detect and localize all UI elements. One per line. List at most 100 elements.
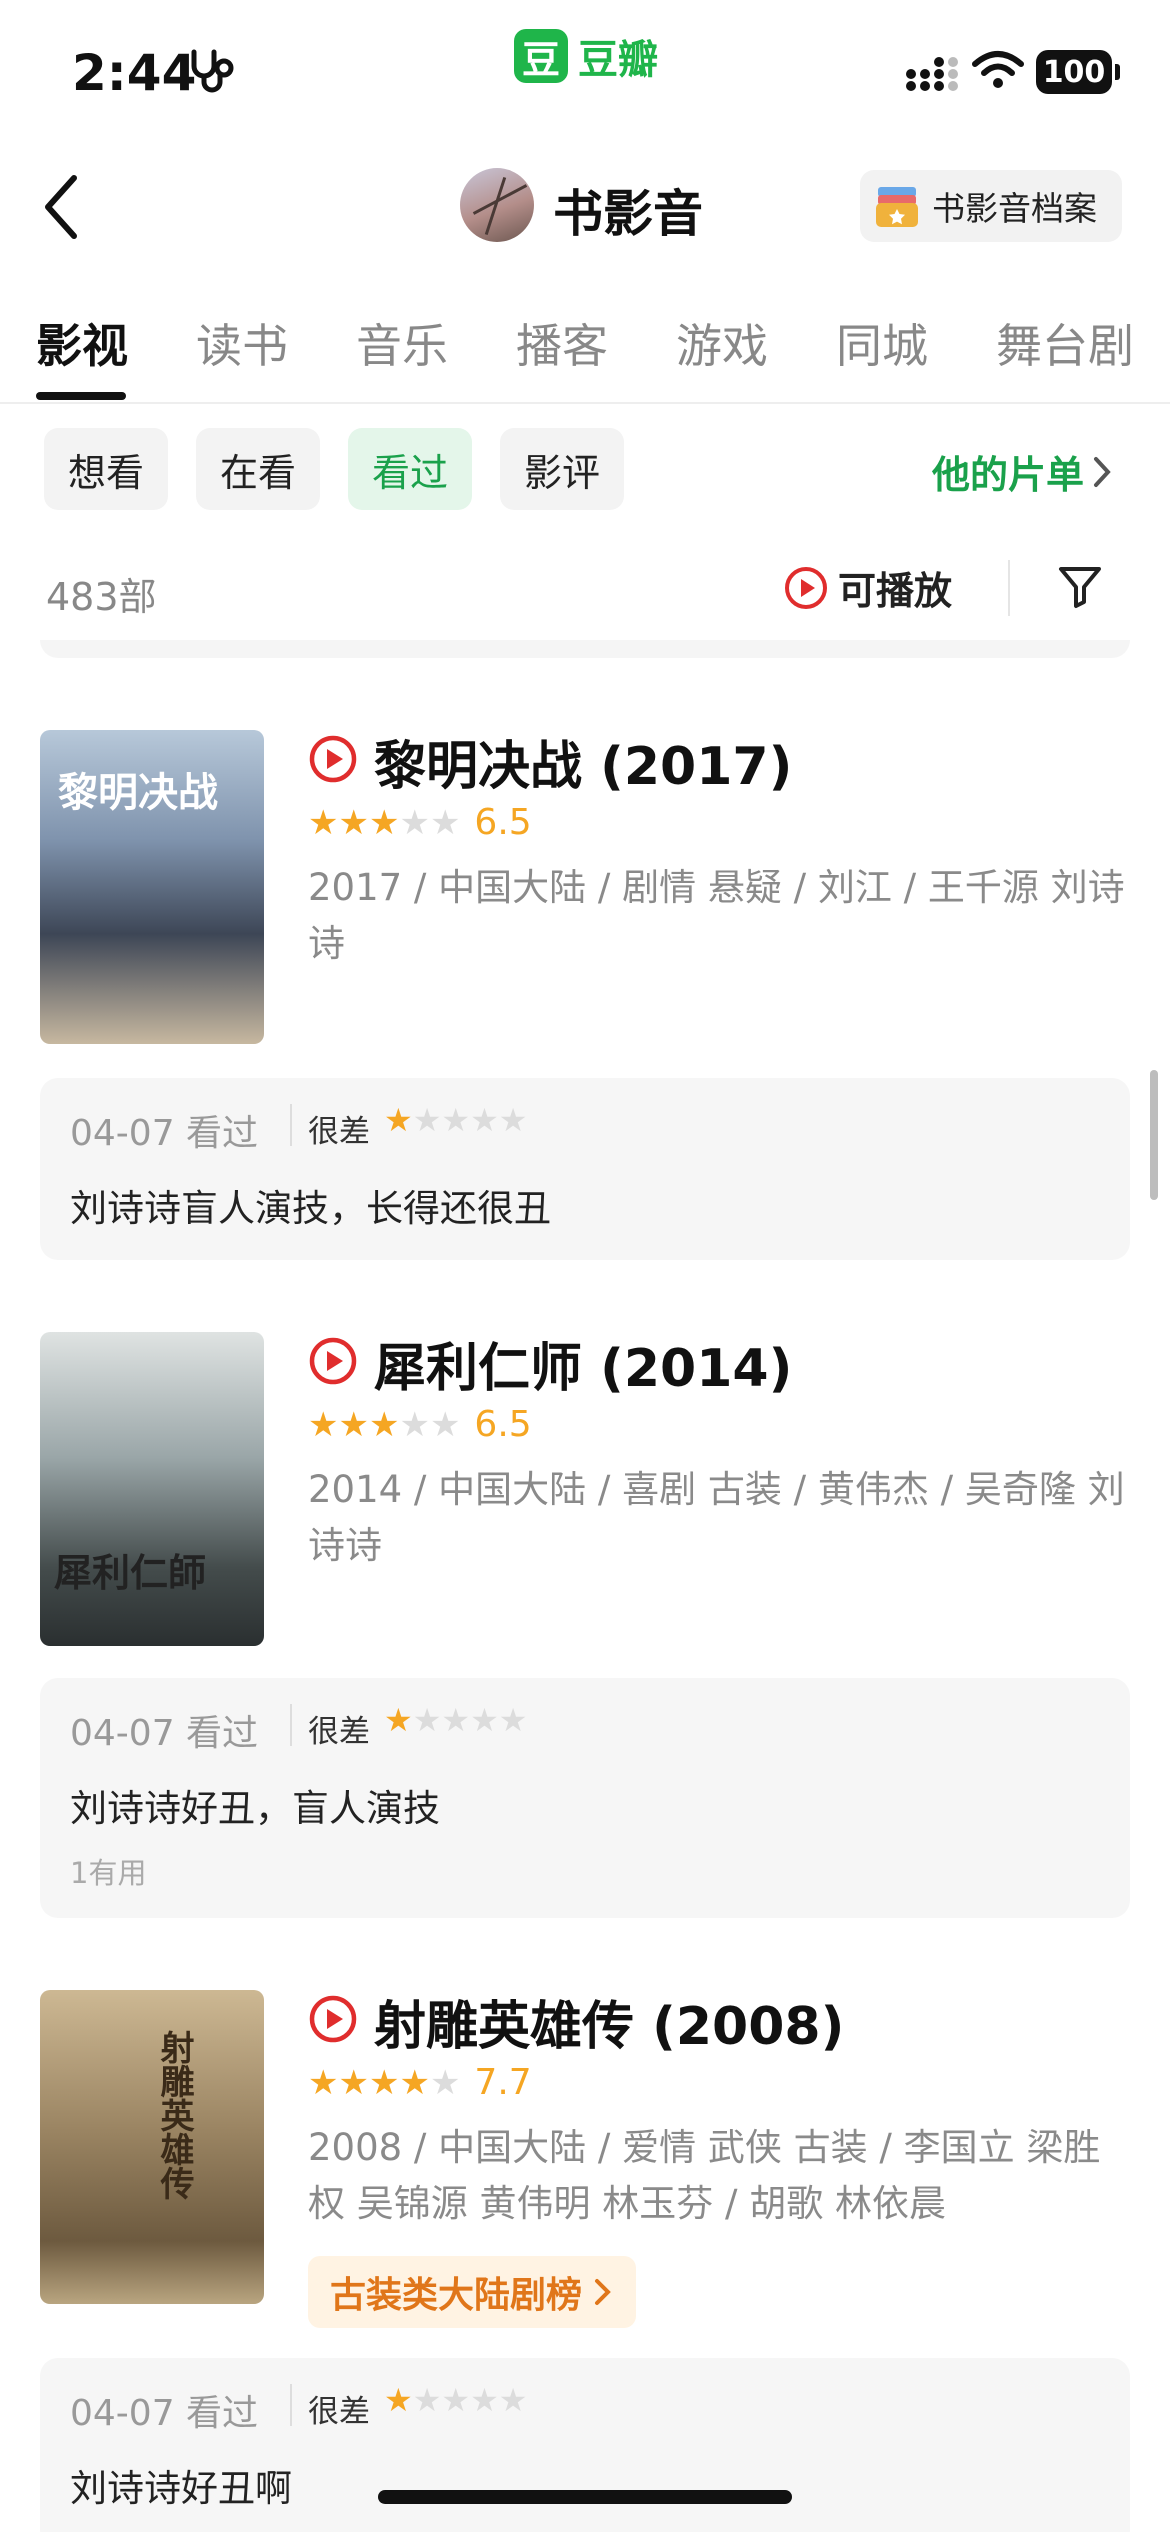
review-card[interactable]: 04-07 看过 很差 ★ ★ ★ ★ ★ 刘诗诗好丑，盲人演技 1有用 xyxy=(40,1678,1130,1918)
chip-want-to-watch[interactable]: 想看 xyxy=(44,428,169,510)
others-list-label: 他的片单 xyxy=(932,453,1085,497)
divider xyxy=(1008,560,1010,616)
movie-poster[interactable]: 犀利仁師 xyxy=(40,1332,264,1646)
star-icon: ★ xyxy=(308,2062,339,2103)
poster-title-art: 犀利仁師 xyxy=(54,1550,207,1595)
star-icon: ★ xyxy=(399,1404,430,1445)
tab-movies[interactable]: 影视 xyxy=(36,310,128,376)
tab-music[interactable]: 音乐 xyxy=(356,310,448,376)
star-icon: ★ xyxy=(470,2381,499,2419)
movie-rating: ★ ★ ★ ★ ★ 7.7 xyxy=(308,2062,532,2103)
movie-title[interactable]: 射雕英雄传 (2008) xyxy=(374,1984,844,2059)
star-icon: ★ xyxy=(441,1101,471,1139)
tab-local-events[interactable]: 同城 xyxy=(836,310,928,376)
play-circle-icon xyxy=(785,566,827,609)
app-badge[interactable]: 豆 豆瓣 xyxy=(514,28,658,84)
app-name: 豆瓣 xyxy=(578,37,658,83)
cellular-signal-icon xyxy=(906,57,958,91)
movie-meta: 2008 / 中国大陆 / 爱情 武侠 古装 / 李国立 梁胜权 吴锦源 黄伟明… xyxy=(308,2126,1101,2225)
movie-poster[interactable]: 射雕英雄传 xyxy=(40,1990,264,2304)
divider xyxy=(290,1704,292,1746)
chip-reviews[interactable]: 影评 xyxy=(500,428,625,510)
play-circle-icon[interactable] xyxy=(308,1336,358,1386)
chevron-right-icon xyxy=(1094,456,1111,487)
review-text: 刘诗诗好丑，盲人演技 xyxy=(70,1787,440,1830)
review-rating-label: 很差 xyxy=(308,1714,370,1750)
movie-meta: 2017 / 中国大陆 / 剧情 悬疑 / 刘江 / 王千源 刘诗诗 xyxy=(308,866,1125,965)
star-icon: ★ xyxy=(498,1101,528,1139)
tab-podcasts[interactable]: 播客 xyxy=(516,310,608,376)
previous-card-edge xyxy=(40,640,1130,658)
tab-books[interactable]: 读书 xyxy=(196,310,288,376)
useful-count[interactable]: 1有用 xyxy=(70,1850,146,1892)
star-icon: ★ xyxy=(368,2062,400,2103)
play-circle-icon[interactable] xyxy=(308,734,358,784)
star-icon: ★ xyxy=(384,1101,413,1139)
poster-title-art: 黎明决战 xyxy=(58,769,218,816)
status-time: 2:44 xyxy=(72,44,197,102)
movie-title[interactable]: 黎明决战 (2017) xyxy=(374,724,792,799)
home-indicator[interactable] xyxy=(378,2490,792,2504)
star-icon: ★ xyxy=(412,2381,442,2419)
review-rating-label: 很差 xyxy=(308,1114,370,1150)
review-card[interactable]: 04-07 看过 很差 ★ ★ ★ ★ ★ 刘诗诗好丑啊 xyxy=(40,2358,1130,2532)
tab-games[interactable]: 游戏 xyxy=(676,310,768,376)
movie-rating: ★ ★ ★ ★ ★ 6.5 xyxy=(308,1404,532,1445)
chevron-right-icon xyxy=(595,2279,611,2305)
chip-watching[interactable]: 在看 xyxy=(196,428,321,510)
filter-funnel-icon[interactable] xyxy=(1056,562,1104,610)
battery-indicator: 100 xyxy=(1036,50,1120,94)
review-stars: ★ ★ ★ ★ ★ xyxy=(384,2384,527,2416)
star-icon: ★ xyxy=(441,2381,471,2419)
avatar[interactable] xyxy=(460,168,534,242)
movie-meta: 2014 / 中国大陆 / 喜剧 古装 / 黄伟杰 / 吴奇隆 刘诗诗 xyxy=(308,1468,1125,1567)
star-icon: ★ xyxy=(412,1101,442,1139)
star-icon: ★ xyxy=(498,1701,528,1739)
divider xyxy=(290,1104,292,1146)
review-card[interactable]: 04-07 看过 很差 ★ ★ ★ ★ ★ 刘诗诗盲人演技，长得还很丑 xyxy=(40,1078,1130,1260)
review-stars: ★ ★ ★ ★ ★ xyxy=(384,1104,527,1136)
star-icon: ★ xyxy=(429,802,461,843)
archive-button-label: 书影音档案 xyxy=(932,189,1097,228)
star-icon: ★ xyxy=(498,2381,528,2419)
movie-rating: ★ ★ ★ ★ ★ 6.5 xyxy=(308,802,532,843)
star-icon: ★ xyxy=(338,2062,369,2103)
review-date: 04-07 看过 xyxy=(70,1113,259,1154)
others-list-link[interactable]: 他的片单 xyxy=(932,444,1112,499)
archive-button[interactable]: 书影音档案 xyxy=(860,170,1122,242)
star-icon: ★ xyxy=(308,1404,339,1445)
back-arrow-icon[interactable] xyxy=(38,172,88,242)
review-text: 刘诗诗好丑啊 xyxy=(70,2467,292,2510)
star-icon: ★ xyxy=(384,2381,413,2419)
star-icon: ★ xyxy=(308,802,339,843)
ranking-chip[interactable]: 古装类大陆剧榜 xyxy=(308,2256,637,2328)
star-icon: ★ xyxy=(368,1404,400,1445)
chip-watched[interactable]: 看过 xyxy=(348,428,473,510)
tab-stage[interactable]: 舞台剧 xyxy=(996,310,1134,376)
review-date: 04-07 看过 xyxy=(70,2393,259,2434)
playable-label: 可播放 xyxy=(838,569,953,613)
review-rating-label: 很差 xyxy=(308,2394,370,2430)
douban-logo: 豆 xyxy=(514,29,568,83)
scrollbar[interactable] xyxy=(1150,1070,1158,1200)
star-icon: ★ xyxy=(470,1101,499,1139)
star-icon: ★ xyxy=(384,1701,413,1739)
movie-title[interactable]: 犀利仁师 (2014) xyxy=(374,1326,792,1401)
star-icon: ★ xyxy=(368,802,400,843)
movie-poster[interactable]: 黎明决战 xyxy=(40,730,264,1044)
wifi-icon xyxy=(972,51,1024,88)
star-icon: ★ xyxy=(399,802,430,843)
page-title: 书影音 xyxy=(553,185,703,243)
play-circle-icon[interactable] xyxy=(308,1994,358,2044)
stethoscope-icon xyxy=(191,49,234,93)
category-tabs: 影视 读书 音乐 播客 游戏 同城 舞台剧 xyxy=(0,300,1170,404)
star-icon: ★ xyxy=(412,1701,442,1739)
star-icon: ★ xyxy=(338,802,369,843)
poster-title-art: 射雕英雄传 xyxy=(154,2030,194,2200)
movie-score: 7.7 xyxy=(474,2062,532,2103)
active-tab-indicator xyxy=(36,392,126,400)
star-icon: ★ xyxy=(429,1404,461,1445)
page-header: 书影音 书影音档案 xyxy=(0,150,1170,260)
playable-filter[interactable]: 可播放 xyxy=(784,560,952,615)
review-date: 04-07 看过 xyxy=(70,1713,259,1754)
